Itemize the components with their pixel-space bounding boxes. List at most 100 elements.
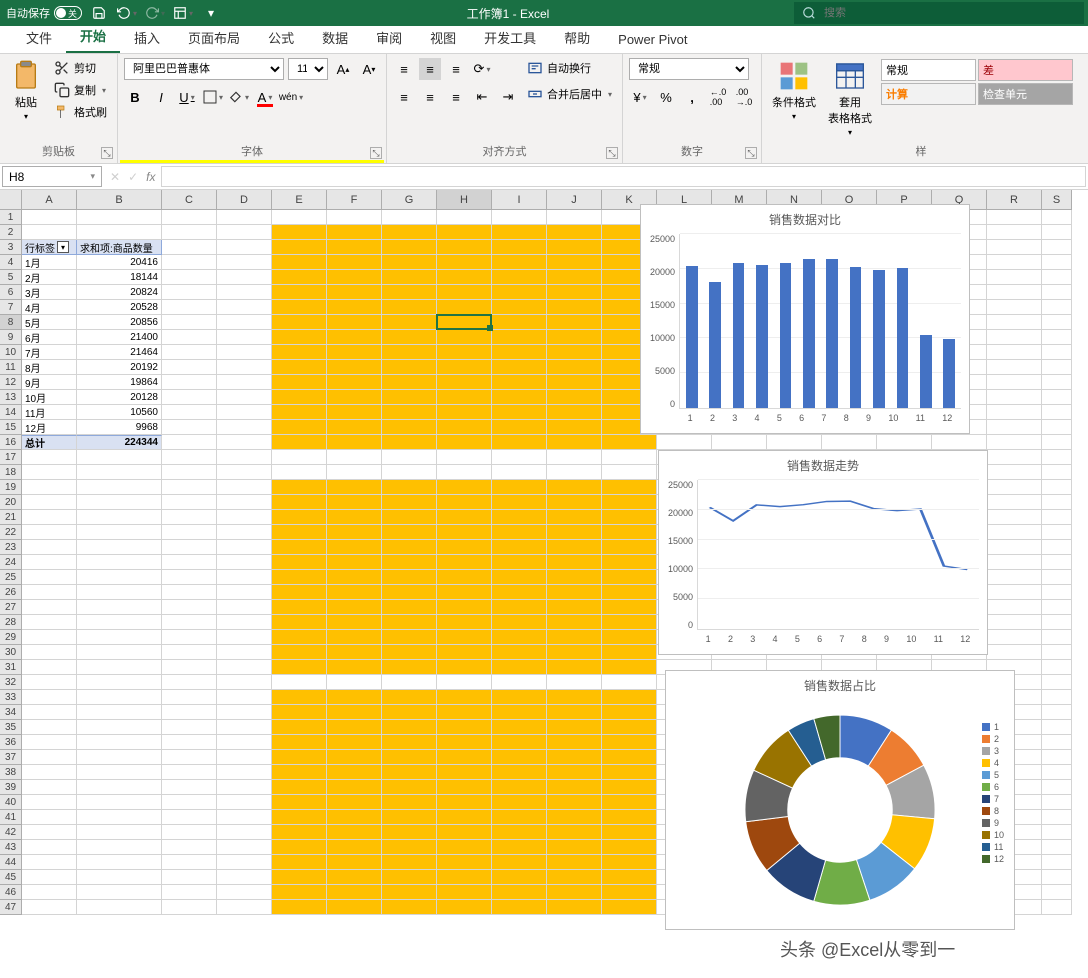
cell[interactable] [437,570,492,585]
cell[interactable] [382,510,437,525]
cell[interactable] [162,600,217,615]
cell[interactable] [217,360,272,375]
cell[interactable] [217,825,272,840]
cell[interactable] [217,510,272,525]
cell[interactable]: 20824 [77,285,162,300]
cell[interactable] [162,675,217,690]
cell[interactable] [1042,480,1072,495]
cell[interactable]: 18144 [77,270,162,285]
cell[interactable] [162,825,217,840]
cell[interactable] [272,360,327,375]
cell[interactable] [272,585,327,600]
cell[interactable] [602,510,657,525]
cell[interactable] [492,525,547,540]
cell[interactable] [932,435,987,450]
cell[interactable] [272,330,327,345]
cell[interactable] [162,225,217,240]
cell[interactable] [77,495,162,510]
col-header[interactable]: S [1042,190,1072,210]
cell[interactable] [987,255,1042,270]
cell[interactable] [602,675,657,690]
cell[interactable] [327,885,382,900]
tab-开发工具[interactable]: 开发工具 [470,22,550,53]
cell[interactable] [162,780,217,795]
cell[interactable] [437,345,492,360]
cell[interactable]: 10月 [22,390,77,405]
cell[interactable] [987,435,1042,450]
name-box[interactable]: H8▾ [2,166,102,187]
cell[interactable] [217,225,272,240]
cell[interactable] [437,525,492,540]
cell[interactable] [162,615,217,630]
row-header[interactable]: 11 [0,360,22,375]
cell[interactable] [272,840,327,855]
cell[interactable] [22,840,77,855]
cell[interactable] [1042,690,1072,705]
cell[interactable] [547,555,602,570]
cell[interactable] [492,660,547,675]
cell[interactable] [272,720,327,735]
cell[interactable] [272,390,327,405]
cell[interactable] [492,840,547,855]
cell[interactable] [492,720,547,735]
chart-bar[interactable]: 销售数据对比 2500020000150001000050000 1234567… [640,204,970,434]
cell[interactable]: 11月 [22,405,77,420]
search-input[interactable] [824,7,1076,19]
cell[interactable] [382,900,437,915]
cell[interactable] [547,210,602,225]
cell[interactable] [382,210,437,225]
cell[interactable] [217,570,272,585]
cell[interactable] [492,540,547,555]
cell[interactable] [437,705,492,720]
cell[interactable] [272,270,327,285]
cell[interactable] [217,240,272,255]
cell[interactable] [22,210,77,225]
cell[interactable] [437,405,492,420]
cell[interactable] [987,465,1042,480]
tab-视图[interactable]: 视图 [416,22,470,53]
cell[interactable]: 总计 [22,435,77,450]
cell[interactable] [547,675,602,690]
cell[interactable] [547,495,602,510]
phonetic-button[interactable]: wén [280,86,302,108]
cell[interactable] [602,690,657,705]
cell[interactable] [382,480,437,495]
cell[interactable] [437,420,492,435]
cell[interactable] [987,600,1042,615]
cell[interactable] [77,720,162,735]
cell[interactable] [1042,765,1072,780]
cell[interactable] [327,660,382,675]
cell[interactable] [987,525,1042,540]
row-header[interactable]: 31 [0,660,22,675]
font-size-select[interactable]: 11 [288,58,328,80]
cell[interactable] [217,720,272,735]
cell[interactable] [22,570,77,585]
cell[interactable] [1042,405,1072,420]
cell[interactable] [77,645,162,660]
cell[interactable] [1042,720,1072,735]
row-header[interactable]: 6 [0,285,22,300]
cell[interactable] [272,495,327,510]
cell[interactable] [602,465,657,480]
cell[interactable] [327,810,382,825]
cell[interactable] [272,525,327,540]
cell[interactable] [327,450,382,465]
col-header[interactable]: R [987,190,1042,210]
cell[interactable] [547,450,602,465]
cell[interactable] [1042,510,1072,525]
cell[interactable] [547,270,602,285]
style-calc[interactable]: 计算 [881,83,976,105]
cell[interactable] [1042,435,1072,450]
cell[interactable] [382,405,437,420]
cell[interactable] [327,330,382,345]
style-normal[interactable]: 常规 [881,59,976,81]
cell[interactable] [1042,555,1072,570]
cell[interactable] [547,405,602,420]
cell[interactable] [22,885,77,900]
cell[interactable] [492,255,547,270]
dialog-launcher-icon[interactable]: ⤡ [606,147,618,159]
row-header[interactable]: 3 [0,240,22,255]
cell[interactable] [327,345,382,360]
cell[interactable] [382,360,437,375]
cell[interactable] [22,750,77,765]
